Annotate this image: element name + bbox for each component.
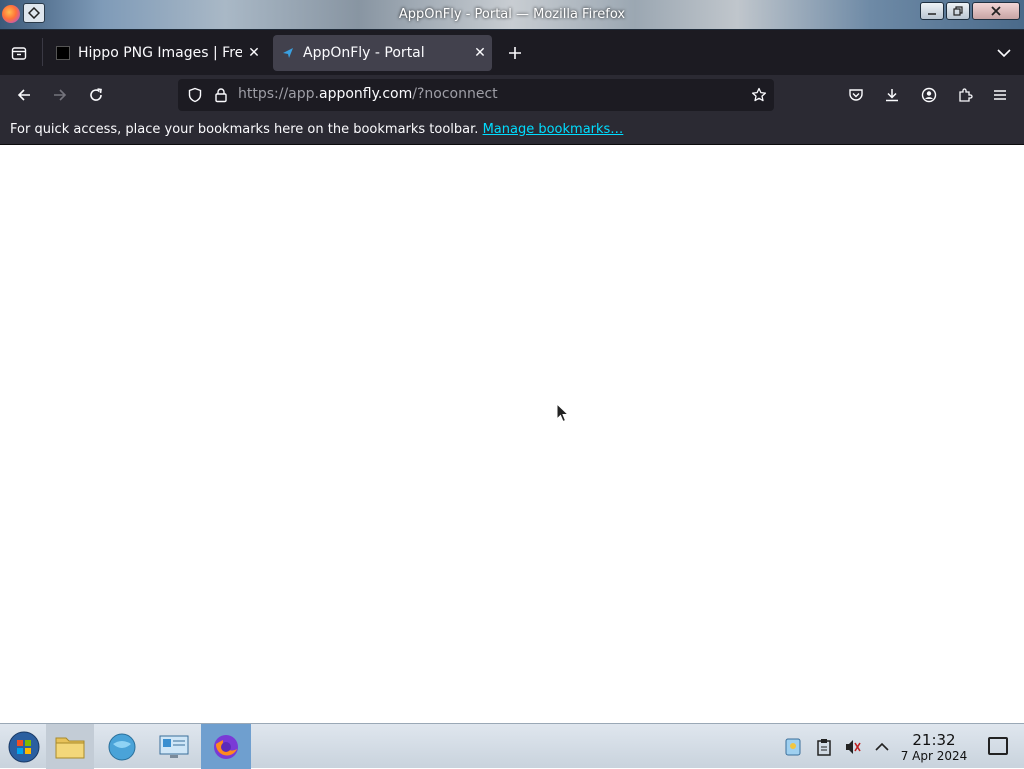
globe-icon [108, 733, 136, 760]
forward-button[interactable] [48, 83, 72, 107]
url-host: apponfly.com [319, 86, 413, 102]
puzzle-icon [959, 88, 973, 102]
window-title: AppOnFly - Portal — Mozilla Firefox [398, 7, 626, 22]
bookmark-star-icon[interactable] [748, 84, 770, 106]
clock-date: 7 Apr 2024 [900, 749, 968, 763]
black-square-icon [56, 46, 70, 60]
close-window-button[interactable] [972, 2, 1020, 20]
tracking-protection-shield-icon[interactable] [184, 84, 206, 106]
page-content[interactable] [0, 145, 1024, 723]
tab-hippo-png[interactable]: Hippo PNG Images | Free ✕ [48, 35, 266, 71]
download-icon [886, 89, 898, 102]
url-path: /?noconnect [412, 86, 498, 102]
tray-expand-chevron-up-icon[interactable] [871, 736, 893, 758]
navigation-toolbar: https://app.apponfly.com/?noconnect [0, 75, 1024, 115]
firefox-icon [214, 734, 238, 759]
taskbar-clock[interactable]: 21:32 7 Apr 2024 [898, 731, 970, 764]
taskbar: 21:32 7 Apr 2024 [0, 723, 1024, 769]
chevron-down-icon [997, 49, 1011, 58]
app-menu-button[interactable] [988, 83, 1012, 107]
start-button[interactable] [0, 724, 48, 769]
window-titlebar: AppOnFly - Portal — Mozilla Firefox [0, 0, 1024, 30]
account-icon [921, 87, 937, 103]
manage-bookmarks-link[interactable]: Manage bookmarks… [483, 122, 624, 137]
pocket-icon [849, 89, 863, 101]
taskbar-file-manager[interactable] [46, 724, 94, 769]
volume-muted-icon[interactable] [842, 736, 864, 758]
close-tab-icon[interactable]: ✕ [242, 45, 266, 61]
folder-icon [55, 737, 85, 758]
taskbar-firefox[interactable] [201, 724, 251, 769]
reload-button[interactable] [84, 83, 108, 107]
minimize-icon [928, 13, 936, 15]
url-prefix: https://app. [238, 86, 319, 102]
reload-icon [90, 88, 102, 101]
show-desktop-button[interactable] [988, 737, 1008, 755]
back-arrow-icon [17, 89, 30, 101]
bookmarks-toolbar: For quick access, place your bookmarks h… [0, 115, 1024, 145]
tab-bar: Hippo PNG Images | Free ✕ AppOnFly - Por… [0, 30, 1024, 75]
bookmarks-hint-text: For quick access, place your bookmarks h… [10, 122, 479, 137]
url-bar[interactable]: https://app.apponfly.com/?noconnect [178, 79, 774, 111]
taskbar-system-settings[interactable] [150, 724, 198, 769]
tab-bar-separator [42, 38, 43, 66]
close-tab-icon[interactable]: ✕ [468, 45, 492, 61]
restore-icon [953, 6, 963, 16]
hamburger-menu-icon [994, 90, 1006, 100]
computer-settings-icon [159, 735, 189, 758]
pocket-button[interactable] [844, 83, 868, 107]
maximize-button[interactable] [946, 2, 970, 20]
taskbar-network-app[interactable] [98, 724, 146, 769]
mouse-cursor-icon [556, 403, 570, 423]
apponfly-arrow-icon [281, 46, 295, 60]
account-button[interactable] [917, 83, 941, 107]
firefox-view-icon [11, 47, 27, 60]
bookmarks-empty-message: For quick access, place your bookmarks h… [10, 122, 623, 137]
clock-time: 21:32 [912, 731, 956, 749]
forward-arrow-icon [54, 89, 67, 101]
clipboard-icon[interactable] [813, 736, 835, 758]
close-icon [991, 6, 1001, 16]
start-orb-icon [8, 731, 40, 762]
downloads-button[interactable] [880, 83, 904, 107]
extensions-button[interactable] [953, 83, 977, 107]
tab-label: Hippo PNG Images | Free [78, 45, 242, 61]
url-text[interactable]: https://app.apponfly.com/?noconnect [238, 86, 498, 102]
lock-icon[interactable] [210, 84, 232, 106]
new-tab-button[interactable] [503, 41, 527, 65]
back-button[interactable] [12, 83, 36, 107]
tab-label: AppOnFly - Portal [303, 45, 425, 61]
tab-apponfly-portal[interactable]: AppOnFly - Portal ✕ [273, 35, 492, 71]
minimize-button[interactable] [920, 2, 944, 20]
firefox-view-button[interactable] [8, 42, 30, 64]
tray-weather-icon[interactable] [782, 736, 804, 758]
list-all-tabs-button[interactable] [992, 42, 1016, 64]
plus-icon [509, 47, 521, 59]
